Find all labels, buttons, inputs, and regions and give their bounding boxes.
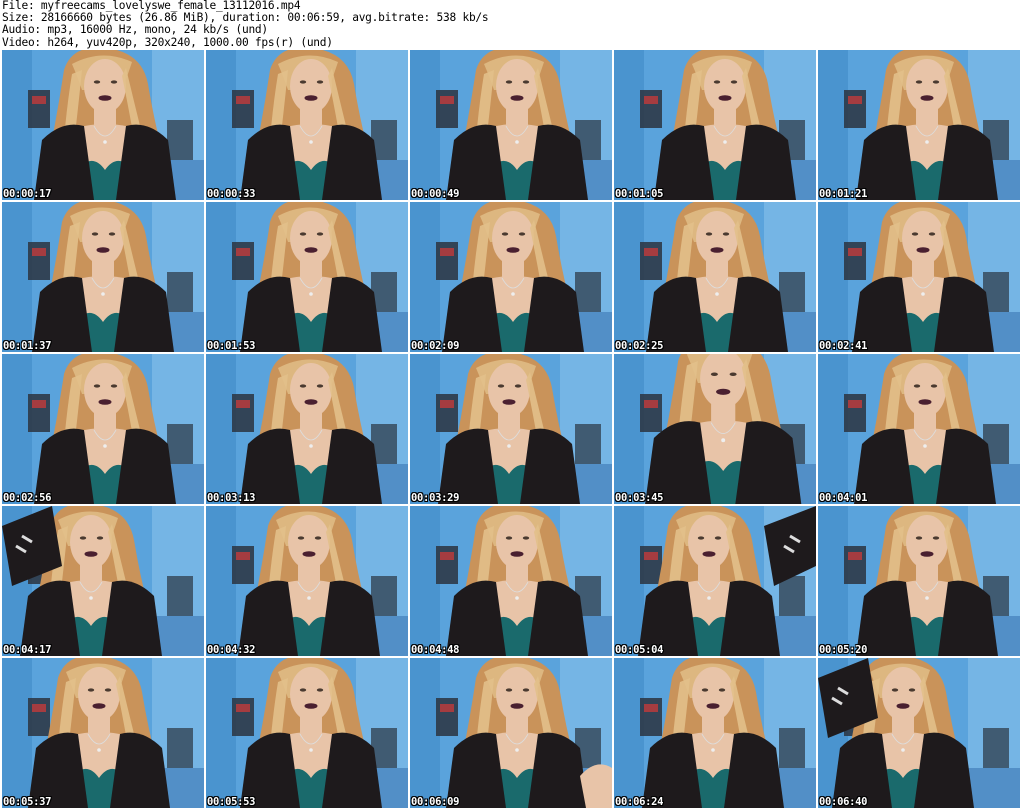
- thumbnail-timestamp: 00:02:56: [3, 492, 52, 504]
- thumbnail-timestamp: 00:06:09: [411, 796, 460, 808]
- thumbnail-timestamp: 00:02:25: [615, 340, 664, 352]
- thumbnail-frame-image: [614, 506, 816, 656]
- thumbnail-frame-image: [614, 658, 816, 808]
- thumbnail-timestamp: 00:04:01: [819, 492, 868, 504]
- video-thumbnail[interactable]: 00:00:17: [2, 50, 204, 200]
- thumbnail-frame-image: [410, 202, 612, 352]
- thumbnail-frame-image: [410, 658, 612, 808]
- thumbnail-frame-image: [818, 202, 1020, 352]
- video-thumbnail[interactable]: 00:04:48: [410, 506, 612, 656]
- thumbnail-timestamp: 00:03:29: [411, 492, 460, 504]
- info-header: File: myfreecams_lovelyswe_female_131120…: [2, 0, 1022, 48]
- thumbnail-timestamp: 00:05:53: [207, 796, 256, 808]
- video-thumbnail[interactable]: 00:03:13: [206, 354, 408, 504]
- thumbnail-timestamp: 00:06:24: [615, 796, 664, 808]
- video-thumbnail[interactable]: 00:02:09: [410, 202, 612, 352]
- video-thumbnail[interactable]: 00:01:53: [206, 202, 408, 352]
- video-thumbnail[interactable]: 00:03:45: [614, 354, 816, 504]
- thumbnail-timestamp: 00:00:49: [411, 188, 460, 200]
- video-info-line: Video: h264, yuv420p, 320x240, 1000.00 f…: [2, 35, 333, 49]
- thumbnail-timestamp: 00:01:53: [207, 340, 256, 352]
- thumbnail-frame-image: [2, 506, 204, 656]
- thumbnail-timestamp: 00:02:41: [819, 340, 868, 352]
- thumbnail-frame-image: [206, 354, 408, 504]
- thumbnail-timestamp: 00:03:13: [207, 492, 256, 504]
- thumbnail-frame-image: [2, 202, 204, 352]
- thumbnail-timestamp: 00:06:40: [819, 796, 868, 808]
- video-thumbnail[interactable]: 00:00:33: [206, 50, 408, 200]
- video-thumbnail[interactable]: 00:04:01: [818, 354, 1020, 504]
- thumbnail-frame-image: [410, 50, 612, 200]
- thumbnail-timestamp: 00:02:09: [411, 340, 460, 352]
- thumbnail-frame-image: [818, 354, 1020, 504]
- thumbnail-frame-image: [410, 354, 612, 504]
- video-thumbnail[interactable]: 00:05:04: [614, 506, 816, 656]
- thumbnail-frame-image: [2, 50, 204, 200]
- thumbnail-frame-image: [818, 50, 1020, 200]
- thumbnail-timestamp: 00:04:17: [3, 644, 52, 656]
- thumbnail-timestamp: 00:05:04: [615, 644, 664, 656]
- video-thumbnail[interactable]: 00:01:21: [818, 50, 1020, 200]
- thumbnail-timestamp: 00:05:20: [819, 644, 868, 656]
- thumbnail-timestamp: 00:04:32: [207, 644, 256, 656]
- video-thumbnail[interactable]: 00:04:32: [206, 506, 408, 656]
- video-thumbnail[interactable]: 00:01:37: [2, 202, 204, 352]
- video-thumbnail[interactable]: 00:02:56: [2, 354, 204, 504]
- video-thumbnail[interactable]: 00:03:29: [410, 354, 612, 504]
- video-thumbnail[interactable]: 00:06:40: [818, 658, 1020, 808]
- video-thumbnail[interactable]: 00:04:17: [2, 506, 204, 656]
- video-thumbnail[interactable]: 00:05:37: [2, 658, 204, 808]
- thumbnail-frame-image: [818, 658, 1020, 808]
- video-thumbnail[interactable]: 00:02:41: [818, 202, 1020, 352]
- thumbnail-timestamp: 00:01:21: [819, 188, 868, 200]
- thumbnail-timestamp: 00:01:05: [615, 188, 664, 200]
- audio-info-line: Audio: mp3, 16000 Hz, mono, 24 kb/s (und…: [2, 23, 268, 37]
- thumbnail-timestamp: 00:00:17: [3, 188, 52, 200]
- video-thumbnail[interactable]: 00:00:49: [410, 50, 612, 200]
- thumbnail-timestamp: 00:04:48: [411, 644, 460, 656]
- video-thumbnail[interactable]: 00:05:53: [206, 658, 408, 808]
- thumbnail-timestamp: 00:05:37: [3, 796, 52, 808]
- thumbnail-frame-image: [614, 202, 816, 352]
- thumbnail-frame-image: [206, 658, 408, 808]
- video-thumbnail[interactable]: 00:06:09: [410, 658, 612, 808]
- thumbnail-grid: 00:00:17 00:00:33 00:00:49 00:01:05 00:01:21…: [2, 50, 1022, 810]
- video-thumbnail[interactable]: 00:06:24: [614, 658, 816, 808]
- video-thumbnail[interactable]: 00:01:05: [614, 50, 816, 200]
- thumbnail-frame-image: [206, 50, 408, 200]
- video-thumbnail[interactable]: 00:05:20: [818, 506, 1020, 656]
- thumbnail-frame-image: [818, 506, 1020, 656]
- thumbnail-frame-image: [614, 50, 816, 200]
- video-thumbnail[interactable]: 00:02:25: [614, 202, 816, 352]
- thumbnail-timestamp: 00:01:37: [3, 340, 52, 352]
- thumbnail-frame-image: [2, 354, 204, 504]
- thumbnail-frame-image: [410, 506, 612, 656]
- thumbnail-frame-image: [614, 354, 816, 504]
- thumbnail-frame-image: [2, 658, 204, 808]
- thumbnail-timestamp: 00:00:33: [207, 188, 256, 200]
- thumbnail-timestamp: 00:03:45: [615, 492, 664, 504]
- thumbnail-frame-image: [206, 202, 408, 352]
- thumbnail-frame-image: [206, 506, 408, 656]
